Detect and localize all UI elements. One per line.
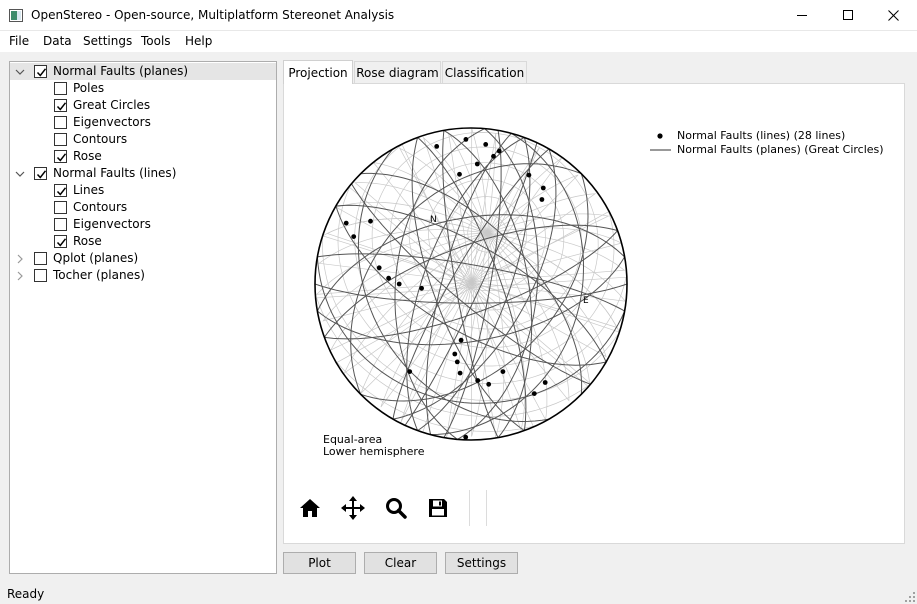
window-title: OpenStereo - Open-source, Multiplatform … xyxy=(31,8,395,22)
menu-bar: File Data Settings Tools Help xyxy=(0,31,917,52)
status-bar: Ready xyxy=(0,585,917,604)
tree-item-checkbox[interactable] xyxy=(34,65,47,78)
tree-item-checkbox[interactable] xyxy=(34,252,47,265)
zoom-icon[interactable] xyxy=(382,494,410,522)
tree-item[interactable]: Normal Faults (lines) xyxy=(10,165,276,182)
tab-classification[interactable]: Classification xyxy=(442,61,527,83)
tree-item-checkbox[interactable] xyxy=(54,218,67,231)
title-bar: OpenStereo - Open-source, Multiplatform … xyxy=(0,0,917,31)
menu-settings[interactable]: Settings xyxy=(83,34,132,48)
tree-item[interactable]: Eigenvectors xyxy=(10,216,276,233)
tree-item-label: Normal Faults (lines) xyxy=(53,166,177,180)
tree-item[interactable]: Contours xyxy=(10,199,276,216)
chevron-right-icon[interactable] xyxy=(15,270,25,281)
toolbar-separator xyxy=(469,490,470,526)
tree-item-label: Great Circles xyxy=(73,98,151,112)
minimize-icon xyxy=(796,15,807,16)
tree-item-checkbox[interactable] xyxy=(34,167,47,180)
maximize-button[interactable] xyxy=(825,0,871,31)
tree-item-checkbox[interactable] xyxy=(54,150,67,163)
maximize-icon xyxy=(842,10,853,20)
tree-item[interactable]: Poles xyxy=(10,80,276,97)
tree-item-checkbox[interactable] xyxy=(54,82,67,95)
legend-lines-label: Normal Faults (planes) (Great Circles) xyxy=(677,143,884,156)
tree-item-checkbox[interactable] xyxy=(54,201,67,214)
toolbar-separator xyxy=(486,490,487,526)
tree-item[interactable]: Contours xyxy=(10,131,276,148)
minimize-button[interactable] xyxy=(779,0,825,31)
plot-button[interactable]: Plot xyxy=(283,552,356,574)
tree-item[interactable]: Tocher (planes) xyxy=(10,267,276,284)
tree-item[interactable]: Lines xyxy=(10,182,276,199)
tree-item-label: Tocher (planes) xyxy=(53,268,145,282)
tree-item[interactable]: Rose xyxy=(10,148,276,165)
tree-item-label: Contours xyxy=(73,200,128,214)
tree-item-label: Rose xyxy=(73,234,102,248)
tab-rose-diagram[interactable]: Rose diagram xyxy=(354,61,441,83)
tree-item-checkbox[interactable] xyxy=(34,269,47,282)
close-button[interactable] xyxy=(870,0,916,31)
pan-icon[interactable] xyxy=(339,494,367,522)
tree-item-checkbox[interactable] xyxy=(54,99,67,112)
save-icon[interactable] xyxy=(424,494,452,522)
legend-points-label: Normal Faults (lines) (28 lines) xyxy=(677,129,846,142)
tree-item-checkbox[interactable] xyxy=(54,133,67,146)
tab-projection[interactable]: Projection xyxy=(283,60,353,84)
resize-grip-icon xyxy=(905,592,915,602)
menu-tools[interactable]: Tools xyxy=(141,34,171,48)
home-icon[interactable] xyxy=(296,494,324,522)
close-icon xyxy=(887,10,899,21)
chevron-right-icon[interactable] xyxy=(15,253,25,264)
tree-item-checkbox[interactable] xyxy=(54,116,67,129)
tree-item[interactable]: Eigenvectors xyxy=(10,114,276,131)
dataset-tree[interactable]: Normal Faults (planes) Poles Great Circles… xyxy=(9,61,277,574)
tree-item-label: Eigenvectors xyxy=(73,217,151,231)
chevron-down-icon[interactable] xyxy=(15,66,25,76)
tree-item[interactable]: Normal Faults (planes) xyxy=(10,63,276,80)
tree-item-checkbox[interactable] xyxy=(54,184,67,197)
tree-item-label: Poles xyxy=(73,81,105,95)
menu-help[interactable]: Help xyxy=(185,34,212,48)
tree-item-label: Normal Faults (planes) xyxy=(53,64,189,78)
settings-button[interactable]: Settings xyxy=(445,552,518,574)
tree-item[interactable]: Qplot (planes) xyxy=(10,250,276,267)
tree-item-checkbox[interactable] xyxy=(54,235,67,248)
chevron-down-icon[interactable] xyxy=(15,168,25,178)
app-icon xyxy=(9,9,23,22)
clear-button[interactable]: Clear xyxy=(364,552,437,574)
menu-data[interactable]: Data xyxy=(43,34,72,48)
tree-item-label: Rose xyxy=(73,149,102,163)
tree-item[interactable]: Rose xyxy=(10,233,276,250)
tree-item-label: Qplot (planes) xyxy=(53,251,139,265)
status-text: Ready xyxy=(7,587,45,601)
tree-item[interactable]: Great Circles xyxy=(10,97,276,114)
tree-item-label: Lines xyxy=(73,183,105,197)
tree-item-label: Eigenvectors xyxy=(73,115,151,129)
tree-item-label: Contours xyxy=(73,132,128,146)
hemisphere-label: Lower hemisphere xyxy=(323,445,425,458)
menu-file[interactable]: File xyxy=(9,34,29,48)
